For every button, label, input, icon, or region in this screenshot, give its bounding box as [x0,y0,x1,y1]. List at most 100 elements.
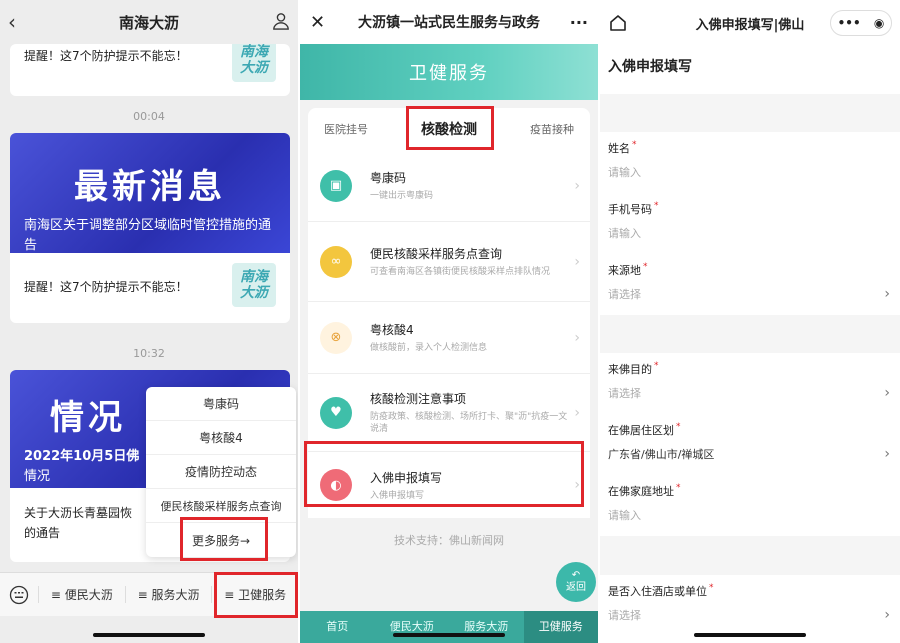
close-icon[interactable]: ✕ [310,12,325,33]
menu-tab-fuwu[interactable]: ≡ 服务大沥 [124,586,212,603]
sampling-point-icon: ∞ [320,245,352,278]
required-mark: * [643,262,648,272]
form-field[interactable]: 来源地 * 请选择 › [600,254,900,315]
chat-title: 南海大沥 [118,13,179,32]
service-title: 粤康码 [370,171,407,185]
bottom-tab-home[interactable]: 首页 [300,611,375,643]
menu-bar: ≡ 便民大沥 ≡ 服务大沥 ≡ 卫健服务 [0,572,298,616]
menu-tab-bianmin[interactable]: ≡ 便民大沥 [38,586,125,603]
article-title: 的通告 [24,526,61,540]
select-field[interactable]: 请选择 [608,286,900,302]
menu-item-yuekangma[interactable]: 粤康码 [146,387,296,421]
required-mark: * [654,361,659,371]
logo-line1: 南海 [240,44,268,60]
more-icon[interactable]: ••• [838,16,861,30]
form-field[interactable]: 手机号码 * 请输入 [600,193,900,254]
menu-tab-label: 便民大沥 [64,588,113,602]
nanhai-dali-logo: 南海 大沥 [232,44,276,82]
field-label-text: 来佛目的 [608,363,652,376]
chevron-right-icon: › [574,177,580,194]
profile-icon[interactable] [272,12,290,30]
news-banner: 最新消息 南海区关于调整部分区域临时管控措施的通告 [10,133,290,253]
service-title: 大沥镇一站式民生服务与政务 [358,15,540,31]
menu-item-more-services[interactable]: 更多服务→ [146,523,296,557]
menu-item-sampling[interactable]: 便民核酸采样服务点查询 [146,489,296,523]
form-group-2: 来佛目的 * 请选择 › 在佛居住区划 * 广东省/佛山市/禅城区 › 在佛家庭地址 * 请输入 [600,353,900,536]
field-label: 姓名 * [608,140,900,156]
field-label-text: 姓名 [608,142,630,155]
page-title: 入佛申报填写 [600,46,900,94]
menu-tab-weijian[interactable]: ≡ 卫健服务 [211,586,298,603]
menu-item-yuehesuan[interactable]: 粤核酸4 [146,421,296,455]
keyboard-icon[interactable] [0,585,38,605]
chevron-right-icon: › [884,446,890,462]
bottom-tab-bianmin[interactable]: 便民大沥 [375,611,450,643]
chevron-right-icon: › [574,329,580,346]
field-label-text: 在佛家庭地址 [608,485,674,498]
close-circle-icon[interactable]: ◉ [874,16,884,30]
service-item-sampling[interactable]: ∞ 便民核酸采样服务点查询 可查看南海区各镇街便民核酸采样点排队情况 › [308,222,590,302]
tab-nucleic-test[interactable]: 核酸检测 [421,119,477,139]
service-title: 便民核酸采样服务点查询 [370,247,503,261]
service-title: 粤核酸4 [370,323,414,337]
home-indicator [93,633,205,637]
nucleic-acid-icon: ⊗ [320,321,352,354]
timestamp: 00:04 [133,110,165,123]
form-topbar: 入佛申报填写|佛山 ••• ◉ [600,0,900,46]
menu-tab-label: 卫健服务 [238,588,287,602]
service-banner: 卫健服务 [300,44,598,100]
service-panel: ✕ 大沥镇一站式民生服务与政务 ··· 卫健服务 医院挂号 核酸检测 疫苗接种 … [300,0,598,643]
input-field[interactable]: 请输入 [608,164,900,180]
select-field[interactable]: 请选择 [608,385,900,401]
service-list: ▣ 粤康码 一键出示粤康码 › ∞ 便民核酸采样服务点查询 可查看南海区各镇街便民核… [308,150,590,518]
chevron-right-icon: › [884,385,890,401]
miniprogram-capsule: ••• ◉ [830,10,892,36]
service-title: 核酸检测注意事项 [370,392,467,406]
chevron-right-icon: › [574,253,580,270]
tech-support: 技术支持：佛山新闻网 [394,534,504,547]
form-field[interactable]: 来佛目的 * 请选择 › [600,353,900,414]
required-mark: * [676,483,681,493]
banner-subtitle: 南海区关于调整部分区域临时管控措施的通告 [24,218,272,253]
back-label: 返回 [566,582,586,593]
bottom-tab-fuwu[interactable]: 服务大沥 [449,611,524,643]
chevron-right-icon: › [884,286,890,302]
field-label-text: 手机号码 [608,203,652,216]
field-label-text: 在佛居住区划 [608,424,674,437]
form-panel: 入佛申报填写|佛山 ••• ◉ 入佛申报填写 姓名 * 请输入 手机号码 * 请输入 来源地… [600,0,900,643]
service-desc: 做核酸前，录入个人检测信息 [370,343,488,353]
more-icon[interactable]: ··· [570,13,588,32]
form-field[interactable]: 在佛家庭地址 * 请输入 [600,475,900,536]
menu-item-epidemic[interactable]: 疫情防控动态 [146,455,296,489]
field-label-text: 来源地 [608,264,641,277]
tab-hospital[interactable]: 医院挂号 [324,121,368,137]
form-field[interactable]: 是否入住酒店或单位 * 请选择 › [600,575,900,636]
service-item-yuehesuan[interactable]: ⊗ 粤核酸4 做核酸前，录入个人检测信息 › [308,302,590,374]
tab-vaccine[interactable]: 疫苗接种 [530,121,574,137]
chevron-right-icon: › [884,607,890,623]
article-card-1[interactable]: 最新消息 南海区关于调整部分区域临时管控措施的通告 提醒！这7个防护提示不能忘！… [10,133,290,323]
service-item-yuekangma[interactable]: ▣ 粤康码 一键出示粤康码 › [308,150,590,222]
form-field[interactable]: 姓名 * 请输入 [600,132,900,193]
article-title: 提醒！这7个防护提示不能忘！ [24,280,188,294]
back-icon[interactable]: ‹ [8,10,16,34]
article-card-top[interactable]: 提醒！这7个防护提示不能忘！ 南海 大沥 [10,44,290,96]
input-field[interactable]: 请输入 [608,507,900,523]
menu-tab-label: 服务大沥 [151,588,200,602]
input-field[interactable]: 请输入 [608,225,900,241]
menu-popup: 粤康码 粤核酸4 疫情防控动态 便民核酸采样服务点查询 更多服务→ [146,387,296,557]
select-field[interactable]: 广东省/佛山市/禅城区 [608,446,900,462]
logo-line2: 大沥 [240,285,268,301]
service-bottom-tabs: 首页 便民大沥 服务大沥 卫健服务 [300,611,598,643]
service-item-declaration[interactable]: ◐ 入佛申报填写 入佛申报填写 › [308,452,590,518]
field-label: 在佛家庭地址 * [608,483,900,499]
chevron-right-icon: › [574,404,580,421]
select-field[interactable]: 请选择 [608,607,900,623]
service-item-notes[interactable]: ♥ 核酸检测注意事项 防疫政策、核酸检测、场所打卡、聚"沥"抗疫一文说清 › [308,374,590,452]
bottom-tab-weijian[interactable]: 卫健服务 [523,611,598,643]
service-tabs: 医院挂号 核酸检测 疫苗接种 [308,108,590,150]
back-button[interactable]: ↶ 返回 [556,562,596,602]
service-desc: 一键出示粤康码 [370,191,434,201]
form-field[interactable]: 在佛居住区划 * 广东省/佛山市/禅城区 › [600,414,900,475]
home-icon[interactable] [608,13,628,33]
